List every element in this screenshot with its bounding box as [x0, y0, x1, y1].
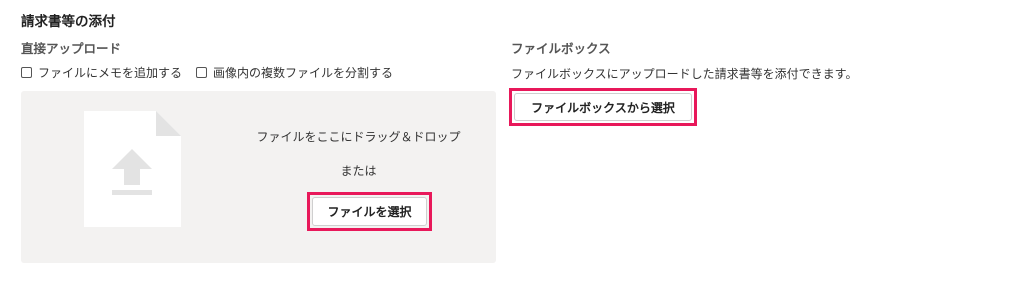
add-memo-checkbox[interactable] [21, 67, 32, 78]
split-files-label: 画像内の複数ファイルを分割する [213, 66, 394, 80]
split-files-checkbox[interactable] [196, 67, 208, 78]
add-memo-label: ファイルにメモを追加する [38, 66, 183, 80]
select-file-button[interactable]: ファイルを選択 [312, 197, 427, 226]
add-memo-option[interactable]: ファイルにメモを追加する [21, 64, 182, 81]
drop-instructions: ファイルをここにドラッグ＆ドロップ [256, 130, 461, 144]
section-title: 請求書等の添付 [21, 14, 116, 30]
split-files-option[interactable]: 画像内の複数ファイルを分割する [196, 64, 393, 81]
file-drop-zone[interactable]: ファイルをここにドラッグ＆ドロップ または [21, 91, 496, 263]
select-from-filebox-button[interactable]: ファイルボックスから選択 [514, 93, 692, 121]
upload-options: ファイルにメモを追加する 画像内の複数ファイルを分割する [21, 64, 407, 81]
attachment-panel: 請求書等の添付 直接アップロード ファイルにメモを追加する 画像内の複数ファイル… [0, 0, 1011, 289]
file-upload-icon [84, 111, 181, 227]
or-text: または [340, 164, 377, 178]
filebox-heading: ファイルボックス [511, 41, 611, 56]
direct-upload-heading: 直接アップロード [21, 41, 122, 56]
filebox-description: ファイルボックスにアップロードした請求書等を添付できます。 [511, 67, 858, 81]
